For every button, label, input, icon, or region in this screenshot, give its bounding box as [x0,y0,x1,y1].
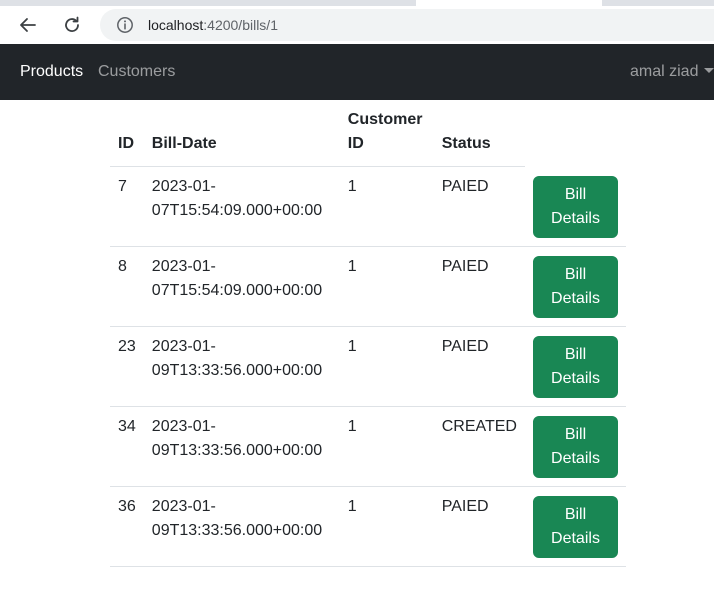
cell-action: Bill Details [524,246,626,327]
date-line-1: 2023-01- [151,337,216,355]
cell-bill-date: 2023-01- 09T13:33:56.000+00:00 [143,326,340,407]
button-label-line2: Details [551,369,600,387]
cell-customer-id: 1 [339,486,434,567]
url-text[interactable]: localhost:4200/bills/1 [148,17,278,33]
url-path: :4200/bills/1 [203,17,278,33]
cell-id: 36 [110,486,144,567]
url-host: localhost [148,17,204,33]
header-status: Status [433,100,525,167]
bill-details-button[interactable]: Bill Details [532,255,618,318]
cell-customer-id: 1 [339,166,434,247]
header-customer-id: Customer ID [339,100,434,167]
back-button[interactable] [12,9,44,41]
cell-bill-date: 2023-01- 07T15:54:09.000+00:00 [143,246,340,327]
header-customer-line1: Customer [347,111,423,128]
table-row: 7 2023-01- 07T15:54:09.000+00:00 1 PAIED … [110,166,626,247]
user-name: amal ziad [630,63,699,80]
nav-brand-products[interactable]: Products [20,63,83,81]
button-label-line1: Bill [564,265,587,283]
user-dropdown[interactable]: amal ziad [630,63,714,81]
date-line-2: 07T15:54:09.000+00:00 [151,281,323,299]
reload-icon [65,16,79,32]
header-id: ID [110,100,144,167]
reload-button[interactable] [56,9,88,41]
cell-customer-id: 1 [339,246,434,327]
cell-customer-id: 1 [339,326,434,407]
caret-down-icon [704,68,714,73]
cell-status: PAIED [433,486,525,567]
bill-details-button[interactable]: Bill Details [532,175,618,238]
cell-bill-date: 2023-01- 09T13:33:56.000+00:00 [143,406,340,487]
table-row: 23 2023-01- 09T13:33:56.000+00:00 1 PAIED… [110,326,626,407]
table-row: 36 2023-01- 09T13:33:56.000+00:00 1 PAIED… [110,486,626,567]
address-bar[interactable]: localhost:4200/bills/1 [100,9,714,41]
cell-bill-date: 2023-01- 09T13:33:56.000+00:00 [143,486,340,567]
button-label-line2: Details [551,289,600,307]
cell-id: 23 [110,326,144,407]
nav-link-customers[interactable]: Customers [98,63,175,81]
bill-details-button[interactable]: Bill Details [532,335,618,398]
button-label-line2: Details [551,529,600,547]
cell-action: Bill Details [524,486,626,567]
cell-status: PAIED [433,166,525,247]
date-line-2: 09T13:33:56.000+00:00 [151,441,323,459]
cell-action: Bill Details [524,406,626,487]
date-line-1: 2023-01- [151,257,216,275]
date-line-2: 07T15:54:09.000+00:00 [151,202,323,219]
cell-bill-date: 2023-01- 07T15:54:09.000+00:00 [143,166,340,247]
bills-table: ID Bill-Date Customer ID Status 7 2023-01… [110,100,626,567]
cell-id: 8 [110,246,144,327]
button-label-line1: Bill [564,185,587,203]
cell-action: Bill Details [524,326,626,407]
button-label-line2: Details [551,209,600,227]
cell-status: PAIED [433,246,525,327]
date-line-1: 2023-01- [151,417,216,435]
bill-details-button[interactable]: Bill Details [532,415,618,478]
header-customer-line2: ID [347,135,364,152]
table-row: 8 2023-01- 07T15:54:09.000+00:00 1 PAIED … [110,246,626,327]
cell-action: Bill Details [524,166,626,247]
button-label-line1: Bill [564,425,587,443]
header-bill-date: Bill-Date [143,100,340,167]
table-header-row: ID Bill-Date Customer ID Status [110,100,626,167]
button-label-line2: Details [551,449,600,467]
cell-id: 34 [110,406,144,487]
info-icon[interactable] [116,16,134,34]
table-row: 34 2023-01- 09T13:33:56.000+00:00 1 CREAT… [110,406,626,487]
button-label-line1: Bill [564,505,587,523]
date-line-1: 2023-01- [151,497,216,515]
button-label-line1: Bill [564,345,587,363]
header-action [525,100,626,167]
cell-customer-id: 1 [339,406,434,487]
cell-status: CREATED [433,406,525,487]
bill-details-button[interactable]: Bill Details [532,495,618,558]
date-line-2: 09T13:33:56.000+00:00 [151,361,323,379]
date-line-1: 2023-01- [151,178,216,195]
cell-id: 7 [110,166,144,247]
browser-toolbar: localhost:4200/bills/1 [0,6,714,44]
arrow-left-icon [20,18,36,32]
date-line-2: 09T13:33:56.000+00:00 [151,521,323,539]
app-navbar: Products Customers amal ziad [0,44,714,100]
cell-status: PAIED [433,326,525,407]
